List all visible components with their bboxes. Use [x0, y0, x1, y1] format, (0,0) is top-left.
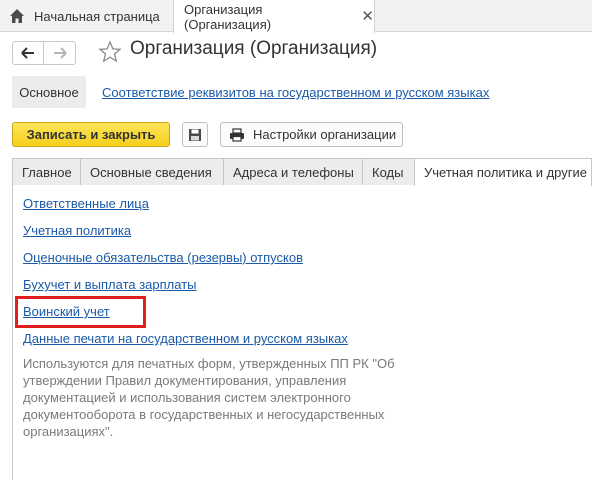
tab-addresses-phones[interactable]: Адреса и телефоны	[223, 158, 363, 185]
arrow-left-icon	[21, 47, 34, 59]
organization-settings-label: Настройки организации	[253, 127, 397, 142]
link-responsible-persons[interactable]: Ответственные лица	[23, 196, 149, 211]
printer-icon	[230, 127, 244, 142]
tab-organization-label: Организация (Организация)	[184, 1, 272, 32]
close-icon[interactable]: ✕	[361, 9, 374, 24]
tab-home[interactable]: Начальная страница	[0, 0, 173, 32]
section-link-details-languages[interactable]: Соответствие реквизитов на государственн…	[102, 85, 489, 100]
link-print-data-languages[interactable]: Данные печати на государственном и русск…	[23, 331, 348, 346]
tab-home-label: Начальная страница	[34, 8, 160, 24]
tab-organization[interactable]: Организация (Организация) ✕	[173, 0, 375, 33]
print-data-description: Используются для печатных форм, утвержде…	[23, 356, 395, 439]
floppy-disk-icon	[189, 128, 201, 141]
link-vacation-reserves[interactable]: Оценочные обязательства (резервы) отпуск…	[23, 250, 303, 265]
form-tabs: Главное Основные сведения Адреса и телеф…	[12, 158, 592, 186]
top-tab-bar: Начальная страница Организация (Организа…	[0, 0, 592, 33]
save-and-close-button[interactable]: Записать и закрыть	[12, 122, 170, 147]
star-icon[interactable]	[98, 40, 122, 64]
link-accounting-payroll[interactable]: Бухучет и выплата зарплаты	[23, 277, 197, 292]
back-button[interactable]	[12, 41, 44, 65]
forward-button[interactable]	[44, 41, 76, 65]
arrow-right-icon	[53, 47, 67, 59]
section-main[interactable]: Основное	[12, 76, 86, 108]
tab-main[interactable]: Главное	[12, 158, 81, 185]
tab-accounting-policy[interactable]: Учетная политика и другие настройки	[414, 158, 592, 186]
tab-basic-info[interactable]: Основные сведения	[80, 158, 224, 185]
home-icon	[10, 9, 24, 23]
page-title: Организация (Организация)	[130, 38, 378, 59]
organization-settings-button[interactable]: Настройки организации	[220, 122, 403, 147]
link-military-registration[interactable]: Воинский учет	[23, 304, 110, 319]
tab-content-accounting-policy: Ответственные лица Учетная политика Оцен…	[12, 185, 592, 480]
tab-codes[interactable]: Коды	[362, 158, 415, 185]
link-accounting-policy[interactable]: Учетная политика	[23, 223, 131, 238]
save-button[interactable]	[182, 122, 208, 147]
